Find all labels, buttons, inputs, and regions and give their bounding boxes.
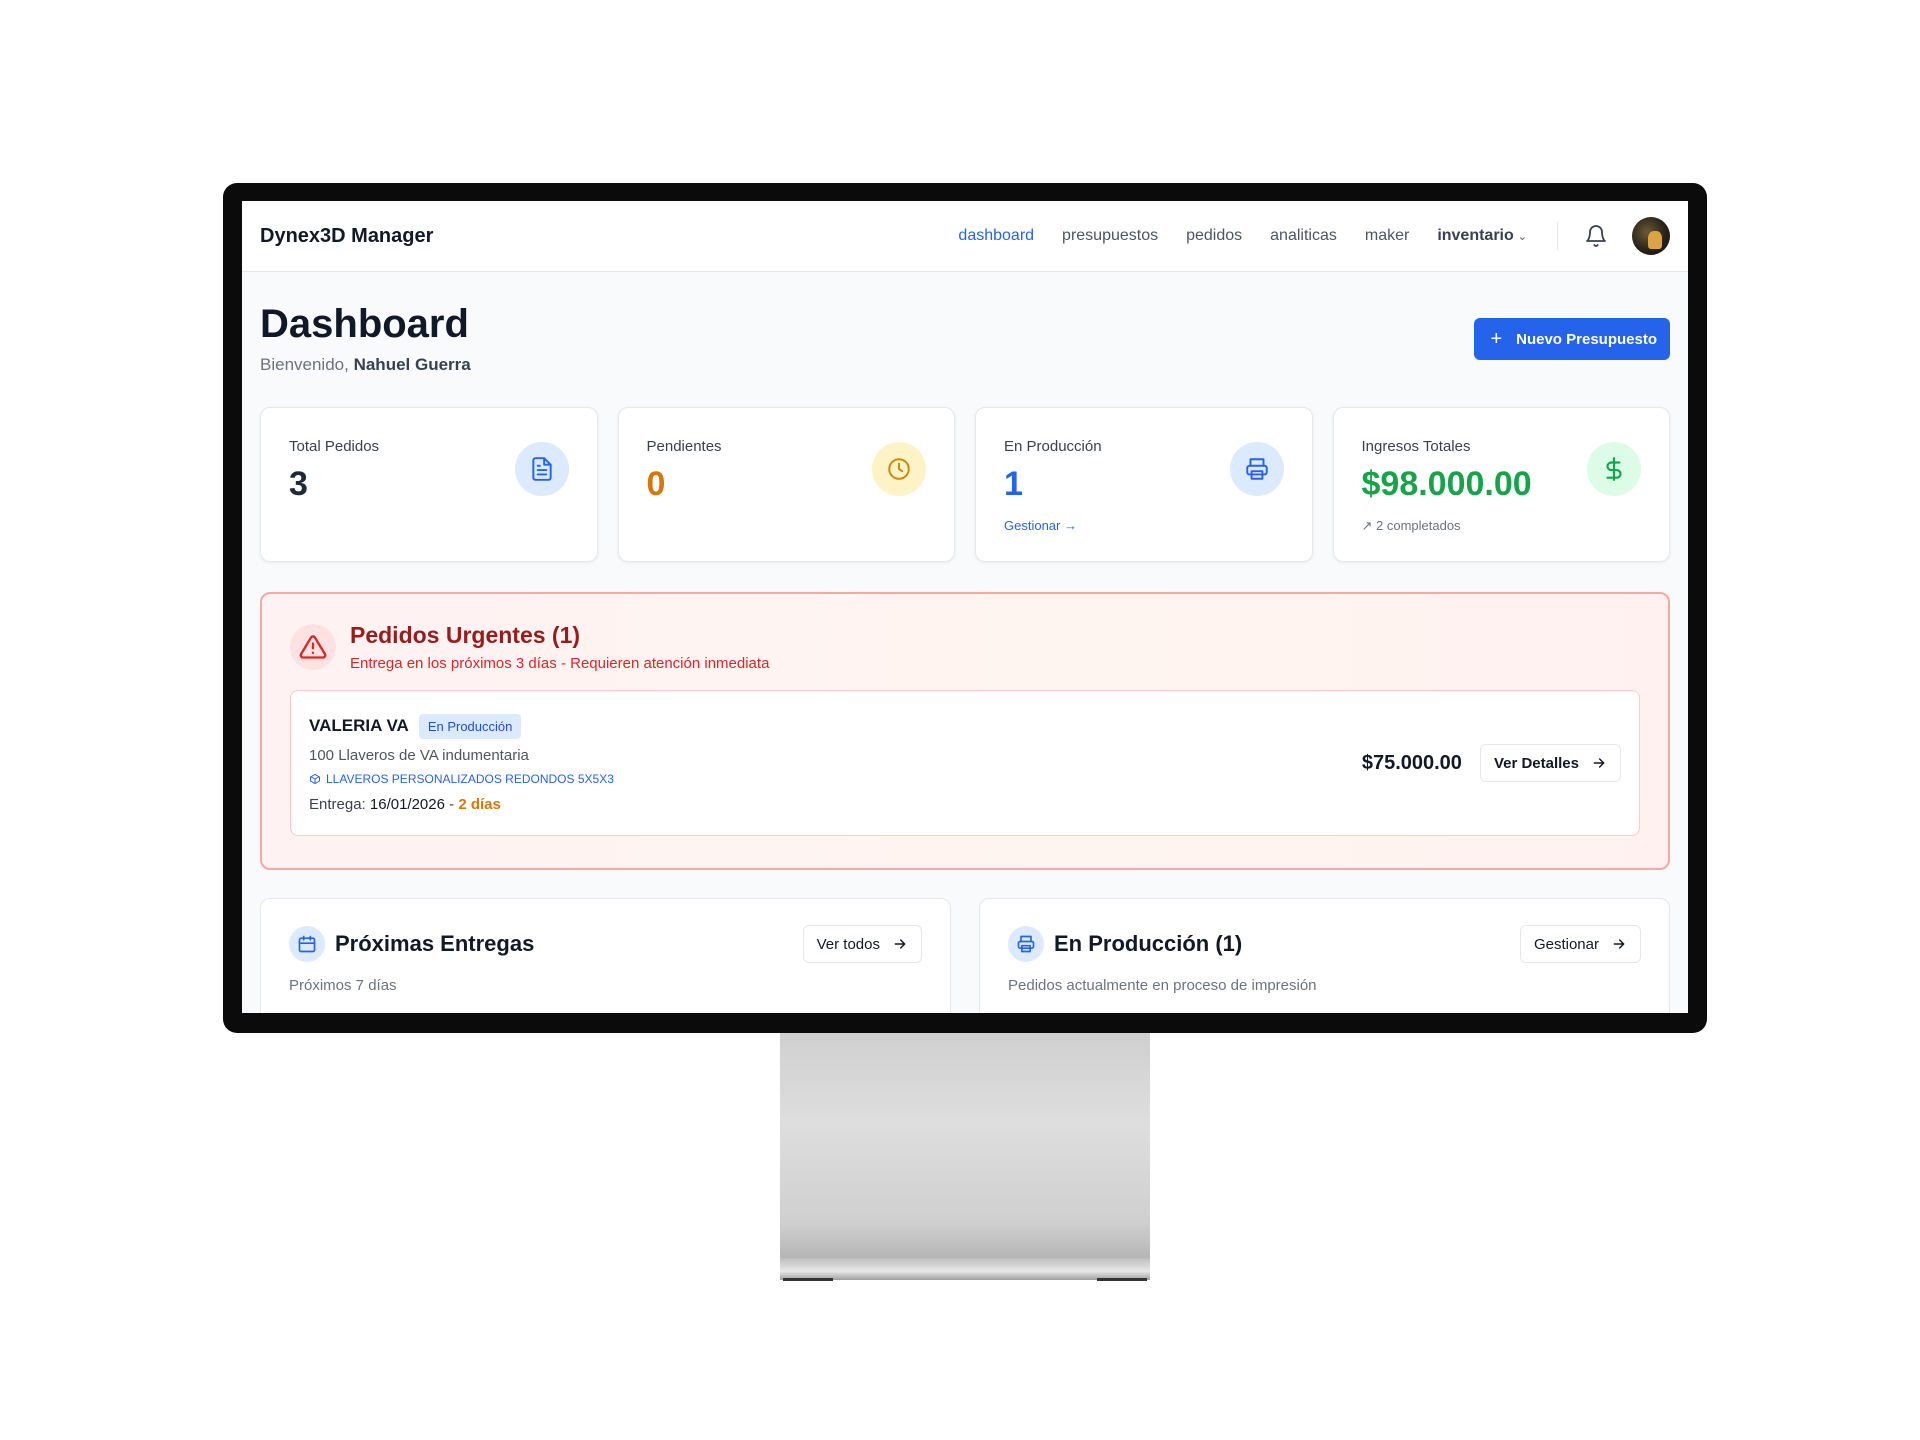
panel-title-wrap: En Producción (1) [1008,926,1242,962]
brand-logo[interactable]: Dynex3D Manager [260,225,433,248]
stat-card-total-pedidos: Total Pedidos 3 [260,407,598,562]
days-left: 2 días [458,795,501,813]
view-details-label: Ver Detalles [1493,754,1579,772]
nav-dropdown-label: inventario [1437,227,1514,244]
stat-card-ingresos: Ingresos Totales $98.000.00 ↗ 2 completa… [1332,407,1670,562]
in-production-panel: En Producción (1) Gestionar Pedidos actu… [979,898,1670,1013]
urgent-title: Pedidos Urgentes (1) [350,622,581,648]
status-badge: En Producción [418,713,522,739]
monitor-foot-right [1097,1278,1147,1281]
urgent-orders-panel: Pedidos Urgentes (1) Entrega en los próx… [260,592,1670,870]
view-all-button[interactable]: Ver todos [802,925,922,963]
nav-dropdown-inventario[interactable]: inventario ⌄ [1437,227,1527,245]
order-actions: $75.000.00 Ver Detalles [1362,744,1621,782]
delivery-date: 16/01/2026 [369,795,445,813]
panel-header: En Producción (1) Gestionar [1008,925,1641,963]
manage-button[interactable]: Gestionar [1519,925,1641,963]
user-avatar[interactable] [1632,217,1670,255]
upcoming-deliveries-panel: Próximas Entregas Ver todos Próximos 7 d… [260,898,951,1013]
completed-count: ↗ 2 completados [1361,518,1461,533]
clock-icon [872,442,926,496]
panel-title: En Producción (1) [1054,931,1243,956]
warning-icon [290,624,336,670]
document-icon [514,442,569,496]
bottom-panels: Próximas Entregas Ver todos Próximos 7 d… [260,898,1670,1013]
view-details-button[interactable]: Ver Detalles [1479,744,1621,782]
arrow-right-icon [1613,939,1625,949]
urgent-order-card[interactable]: VALERIA VA En Producción 100 Llaveros de… [290,690,1640,836]
new-quote-button[interactable]: + Nuevo Presupuesto [1474,318,1670,360]
delivery-label: Entrega: [309,795,366,813]
view-all-label: Ver todos [816,935,880,953]
order-product-name: LLAVEROS PERSONALIZADOS REDONDOS 5X5X3 [326,771,614,786]
monitor-frame: Dynex3D Manager dashboard presupuestos p… [223,183,1707,1033]
manage-label: Gestionar [1533,935,1599,953]
plus-icon: + [1490,327,1503,350]
order-product: LLAVEROS PERSONALIZADOS REDONDOS 5X5X3 [309,772,614,786]
panel-title: Próximas Entregas [335,931,535,956]
monitor-foot-left [783,1278,833,1281]
order-name-row: VALERIA VA En Producción [309,713,614,739]
order-info: VALERIA VA En Producción 100 Llaveros de… [309,713,614,813]
arrow-right-icon [1593,758,1605,768]
panel-subtitle: Pedidos actualmente en proceso de impres… [1008,977,1317,994]
arrow-right-icon [894,939,906,949]
top-nav: Dynex3D Manager dashboard presupuestos p… [242,201,1688,272]
nav-links: dashboard presupuestos pedidos analitica… [958,227,1527,245]
manage-link[interactable]: Gestionar → [1004,518,1284,533]
delivery-separator: - [449,795,455,813]
chevron-down-icon: ⌄ [1517,231,1527,243]
package-icon [310,773,320,784]
app-window: Dynex3D Manager dashboard presupuestos p… [242,201,1688,1013]
calendar-icon [289,926,325,962]
stats-row: Total Pedidos 3 Pendientes 0 En Producci… [260,407,1670,562]
order-client: VALERIA VA [309,716,409,735]
bell-icon[interactable] [1584,224,1608,248]
nav-link-maker[interactable]: maker [1365,227,1409,245]
order-description: 100 Llaveros de VA indumentaria [309,746,529,764]
order-price: $75.000.00 [1361,751,1462,774]
nav-divider [1557,222,1558,250]
panel-title-wrap: Próximas Entregas [289,926,534,962]
panel-header: Próximas Entregas Ver todos [289,925,922,963]
main-content: Dashboard Bienvenido, Nahuel Guerra + Nu… [242,272,1688,1013]
nav-link-presupuestos[interactable]: presupuestos [1062,227,1158,245]
nav-link-pedidos[interactable]: pedidos [1186,227,1242,245]
urgent-header: Pedidos Urgentes (1) Entrega en los próx… [290,622,1640,672]
urgent-subtitle: Entrega en los próximos 3 días - Requier… [350,655,770,672]
nav-link-analiticas[interactable]: analiticas [1270,227,1337,245]
monitor-stand [780,1033,1150,1258]
printer-icon [1008,926,1044,962]
order-delivery: Entrega: 16/01/2026 - 2 días [309,796,614,813]
user-name: Nahuel Guerra [353,355,471,374]
nav-link-dashboard[interactable]: dashboard [958,227,1034,245]
dollar-icon [1587,442,1641,496]
monitor-stand-base [780,1258,1150,1280]
panel-subtitle: Próximos 7 días [289,977,397,994]
stat-card-pendientes: Pendientes 0 [617,407,955,562]
page-title: Dashboard [260,302,469,346]
page-header: Dashboard Bienvenido, Nahuel Guerra + Nu… [260,298,1670,375]
printer-icon [1229,442,1284,496]
welcome-text: Bienvenido, Nahuel Guerra [260,355,471,375]
stat-card-en-produccion: En Producción 1 Gestionar → [975,407,1313,562]
welcome-prefix: Bienvenido, [260,355,349,374]
new-quote-label: Nuevo Presupuesto [1516,330,1657,348]
